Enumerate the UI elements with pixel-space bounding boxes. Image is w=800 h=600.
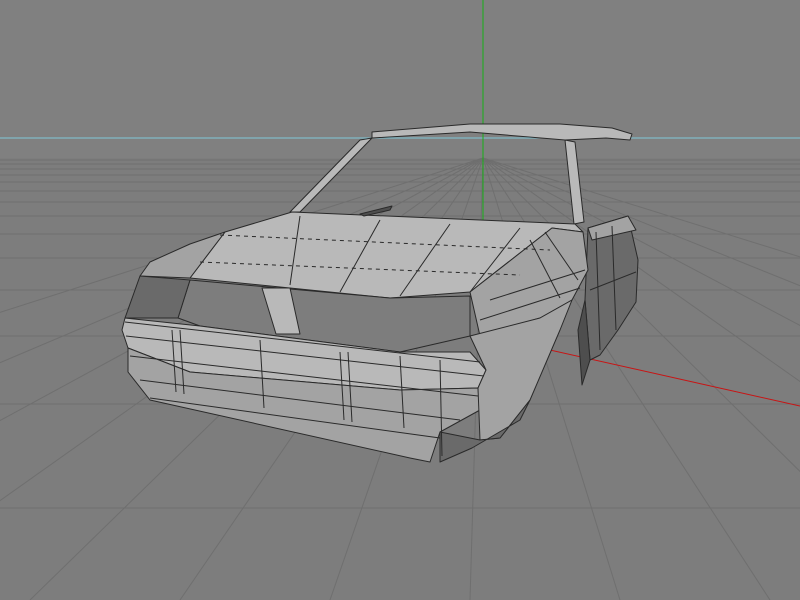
viewport-canvas[interactable] (0, 0, 800, 600)
3d-viewport[interactable] (0, 0, 800, 600)
